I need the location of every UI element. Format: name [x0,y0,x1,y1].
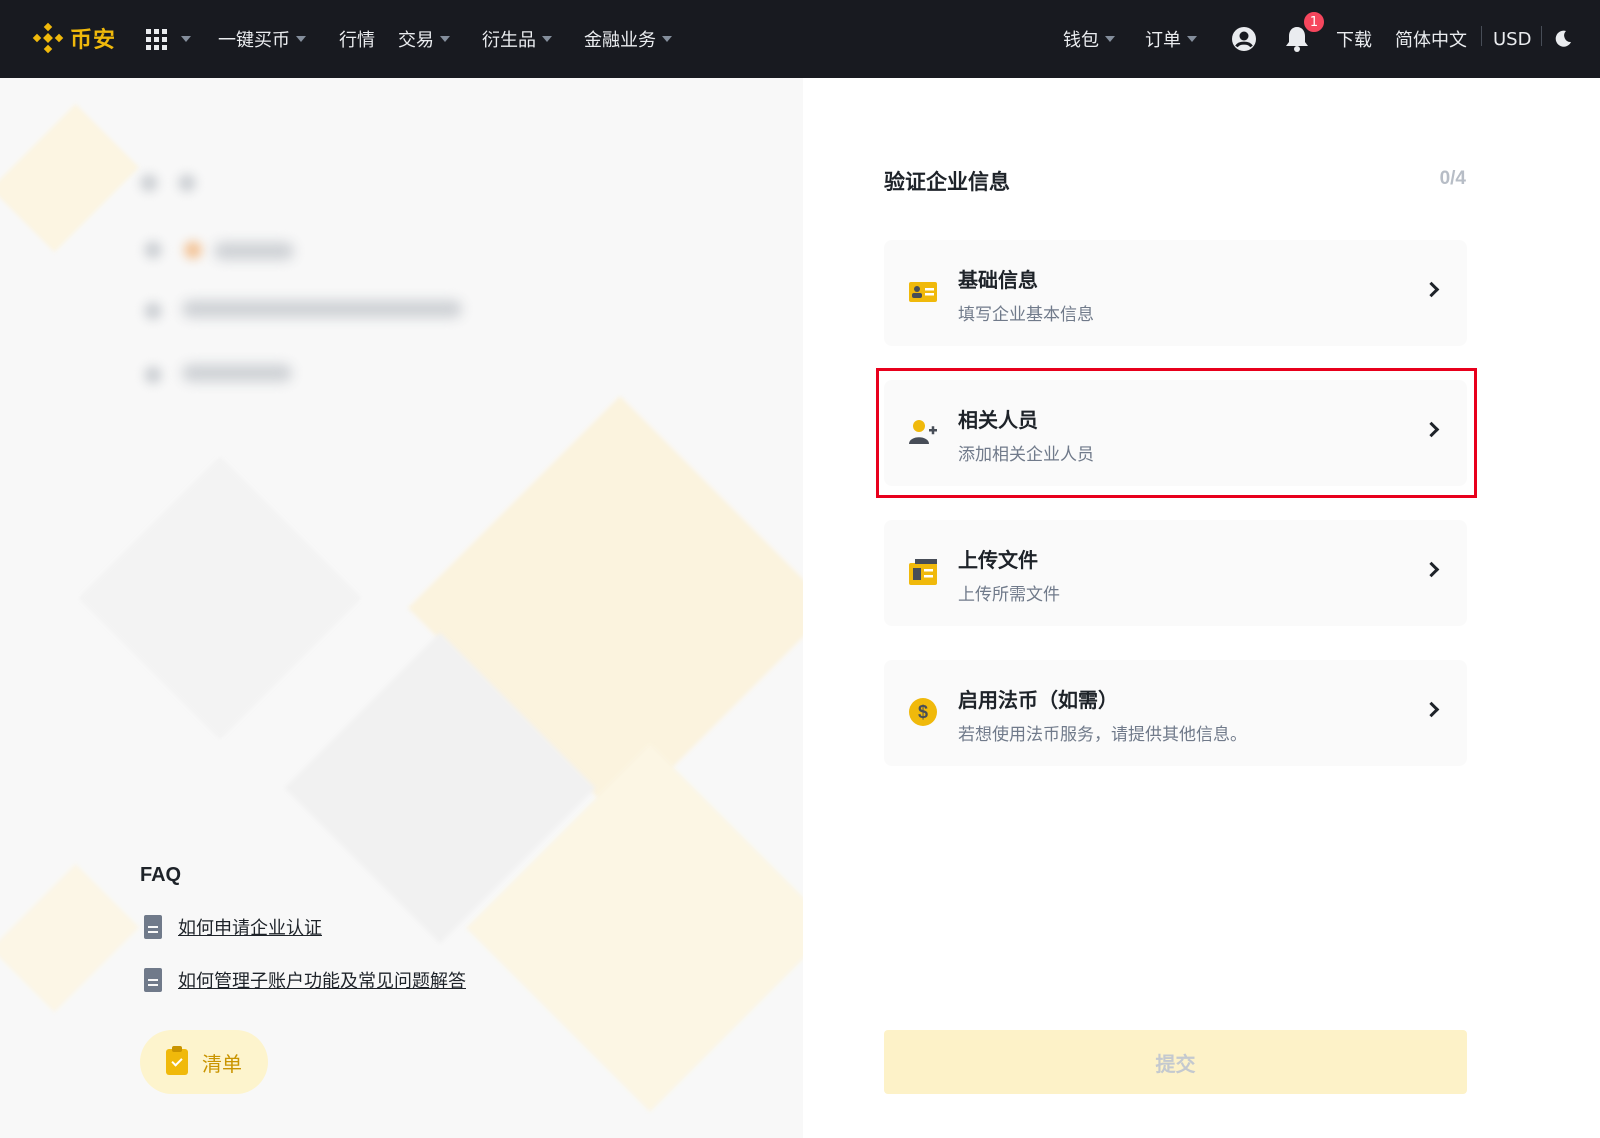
card-subtitle: 上传所需文件 [958,585,1060,605]
user-circle-icon [1232,27,1256,51]
nav-item-derivatives[interactable]: 衍生品 [482,24,552,54]
faq-link-apply-enterprise-verification[interactable]: 如何申请企业认证 [144,914,322,940]
clipboard-check-icon [166,1046,188,1075]
card-upload-files[interactable]: 上传文件 上传所需文件 [884,520,1467,626]
document-icon [144,968,162,992]
blurred-avatar [144,366,162,384]
faq-link-label: 如何管理子账户功能及常见问题解答 [178,971,466,992]
blurred-avatar [144,302,162,320]
chevron-down-icon [1105,36,1115,42]
submit-button[interactable]: 提交 [884,1030,1467,1094]
nav-item-markets[interactable]: 行情 [339,24,375,54]
chevron-down-icon [1187,36,1197,42]
card-subtitle: 填写企业基本信息 [958,305,1094,325]
checklist-button[interactable]: 清单 [140,1030,268,1094]
document-upload-icon [908,557,938,587]
background-decoration [0,103,140,253]
nav-item-label: 订单 [1145,30,1181,51]
chevron-down-icon [296,36,306,42]
add-person-icon [908,417,938,447]
nav-item-buy-crypto[interactable]: 一键买币 [218,24,306,54]
dollar-coin-icon: $ [908,697,938,727]
apps-menu-button[interactable] [146,24,191,54]
language-selector[interactable]: 简体中文 [1395,24,1467,54]
theme-toggle[interactable] [1553,24,1573,54]
verify-progress: 0/4 [1439,168,1466,189]
checklist-label: 清单 [202,1051,242,1076]
faq-heading: FAQ [140,864,182,886]
brand-name: 币安 [70,28,117,53]
card-title: 启用法币（如需） [958,688,1118,712]
chevron-down-icon [181,36,191,42]
nav-divider [1481,26,1482,46]
faq-link-manage-subaccounts[interactable]: 如何管理子账户功能及常见问题解答 [144,967,466,993]
nav-item-orders[interactable]: 订单 [1145,24,1197,54]
nav-item-wallet[interactable]: 钱包 [1063,24,1115,54]
document-icon [144,915,162,939]
card-title: 相关人员 [958,408,1038,432]
binance-diamond-icon [32,22,64,54]
chevron-right-icon [1423,281,1440,298]
chevron-down-icon [440,36,450,42]
currency-selector[interactable]: USD [1493,24,1531,54]
blurred-avatar [184,241,202,259]
nav-item-label: 衍生品 [482,30,536,51]
chevron-right-icon [1423,561,1440,578]
nav-item-label: 金融业务 [584,30,656,51]
nav-item-label: USD [1493,28,1532,50]
blurred-avatar [178,174,196,192]
chevron-down-icon [542,36,552,42]
nav-item-label: 一键买币 [218,30,290,51]
background-decoration [0,863,140,1013]
nav-divider [1541,26,1542,46]
notification-count-badge: 1 [1302,10,1326,34]
verify-section-title: 验证企业信息 [884,170,1010,194]
blurred-text [214,242,294,260]
nav-item-trade[interactable]: 交易 [398,24,450,54]
moon-icon [1555,30,1571,47]
nav-item-label: 简体中文 [1395,30,1467,51]
nav-item-label: 行情 [339,30,375,51]
nav-item-finance[interactable]: 金融业务 [584,24,672,54]
chevron-right-icon [1423,421,1440,438]
blurred-avatar [140,174,158,192]
blurred-avatar [144,241,162,259]
binance-logo[interactable]: 币安 [32,20,116,56]
nav-item-label: 交易 [398,30,434,51]
card-subtitle: 若想使用法币服务，请提供其他信息。 [958,725,1247,745]
card-title: 上传文件 [958,548,1038,572]
card-basic-info[interactable]: 基础信息 填写企业基本信息 [884,240,1467,346]
chevron-right-icon [1423,701,1440,718]
download-link[interactable]: 下载 [1336,24,1372,54]
card-subtitle: 添加相关企业人员 [958,445,1094,465]
nav-item-label: 钱包 [1063,30,1099,51]
chevron-down-icon [662,36,672,42]
card-related-persons[interactable]: 相关人员 添加相关企业人员 [884,380,1467,486]
svg-text:$: $ [918,702,928,722]
blurred-text [182,364,292,382]
apps-grid-icon [146,28,167,50]
account-button[interactable] [1231,24,1257,54]
top-nav-bar: 币安 一键买币 行情 交易 衍生品 金融业务 钱包 订单 1 下载 简体中文 U… [0,0,1600,78]
id-card-icon [908,277,938,307]
faq-link-label: 如何申请企业认证 [178,918,322,939]
card-enable-fiat[interactable]: $ 启用法币（如需） 若想使用法币服务，请提供其他信息。 [884,660,1467,766]
background-decoration [78,456,362,740]
nav-item-label: 下载 [1336,30,1372,51]
card-title: 基础信息 [958,268,1038,292]
blurred-text [182,300,462,318]
